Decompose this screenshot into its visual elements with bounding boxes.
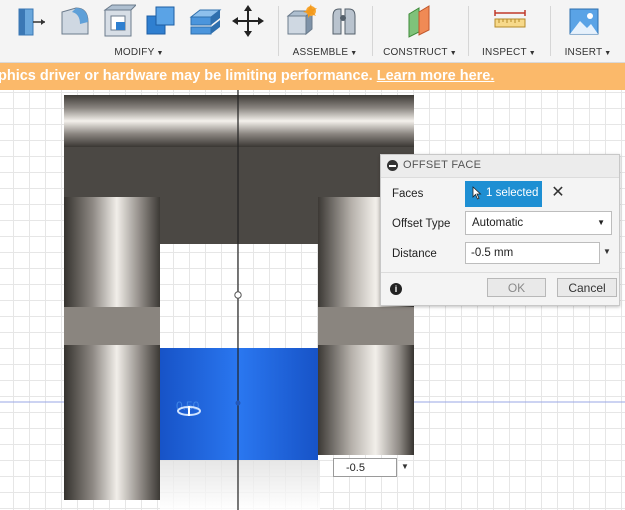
assemble-label: ASSEMBLE <box>292 47 349 58</box>
dialog-header: OFFSET FACE <box>381 155 619 178</box>
chevron-down-icon: ▼ <box>597 218 605 227</box>
insert-image-icon[interactable] <box>567 4 601 38</box>
inspect-menu[interactable]: INSPECT ▼ <box>469 47 549 58</box>
inline-distance-box: ▼ <box>313 457 413 479</box>
ok-button[interactable]: OK <box>487 278 546 297</box>
offset-plane-icon[interactable] <box>403 4 437 38</box>
fillet-icon[interactable] <box>58 4 92 38</box>
combine-icon[interactable] <box>144 4 178 38</box>
inspect-caret-icon: ▼ <box>528 50 536 57</box>
new-component-icon[interactable] <box>284 4 318 38</box>
shell-icon[interactable] <box>102 4 138 38</box>
offset-face-icon[interactable] <box>188 4 222 38</box>
modify-caret-icon: ▼ <box>156 50 164 57</box>
inline-distance-dropdown-icon[interactable]: ▼ <box>401 462 409 471</box>
collapse-icon[interactable] <box>387 160 398 171</box>
modify-menu[interactable]: MODIFY ▼ <box>0 47 278 58</box>
assemble-caret-icon: ▼ <box>350 50 358 57</box>
inspect-group: INSPECT ▼ <box>469 0 549 62</box>
offset-face-dialog: OFFSET FACE Faces 1 selected ✕ Offset Ty… <box>380 154 620 306</box>
construct-caret-icon: ▼ <box>449 50 457 57</box>
construct-group: CONSTRUCT ▼ <box>373 0 467 62</box>
measure-icon[interactable] <box>493 4 527 38</box>
joint-icon[interactable] <box>327 4 361 38</box>
cancel-button[interactable]: Cancel <box>557 278 617 297</box>
faces-label: Faces <box>392 188 424 200</box>
toolbar: MODIFY ▼ ASSEMBLE ▼ CONSTRUCT ▼ INSPECT … <box>0 0 625 63</box>
distance-label: Distance <box>392 248 437 260</box>
offset-type-label: Offset Type <box>392 218 451 230</box>
faces-value: 1 selected <box>486 187 539 199</box>
cursor-arrow-icon <box>472 186 482 203</box>
inspect-label: INSPECT <box>482 47 527 58</box>
dialog-divider <box>381 272 619 273</box>
assemble-menu[interactable]: ASSEMBLE ▼ <box>279 47 371 58</box>
construct-label: CONSTRUCT <box>383 47 448 58</box>
insert-menu[interactable]: INSERT ▼ <box>551 47 625 58</box>
construct-menu[interactable]: CONSTRUCT ▼ <box>373 47 467 58</box>
offset-type-select[interactable]: Automatic ▼ <box>465 211 612 235</box>
banner-text: phics driver or hardware may be limiting… <box>0 68 373 84</box>
inline-distance-input[interactable] <box>333 458 397 477</box>
offset-type-value: Automatic <box>472 217 524 229</box>
performance-warning-banner: phics driver or hardware may be limiting… <box>0 63 625 90</box>
assemble-group: ASSEMBLE ▼ <box>279 0 371 62</box>
info-icon[interactable]: i <box>390 283 402 295</box>
move-icon[interactable] <box>231 4 265 38</box>
press-pull-icon[interactable] <box>14 4 48 38</box>
offset-drag-handle-icon[interactable] <box>174 404 204 418</box>
insert-group: INSERT ▼ <box>551 0 625 62</box>
modify-group: MODIFY ▼ <box>0 0 278 62</box>
insert-caret-icon: ▼ <box>604 50 612 57</box>
distance-dropdown-icon[interactable]: ▼ <box>603 247 611 256</box>
modify-label: MODIFY <box>114 47 155 58</box>
faces-selection-button[interactable]: 1 selected <box>465 181 542 207</box>
clear-selection-icon[interactable]: ✕ <box>550 183 566 203</box>
insert-label: INSERT <box>564 47 603 58</box>
distance-input[interactable] <box>465 242 600 264</box>
learn-more-link[interactable]: Learn more here. <box>377 68 495 84</box>
dialog-title: OFFSET FACE <box>403 159 482 171</box>
